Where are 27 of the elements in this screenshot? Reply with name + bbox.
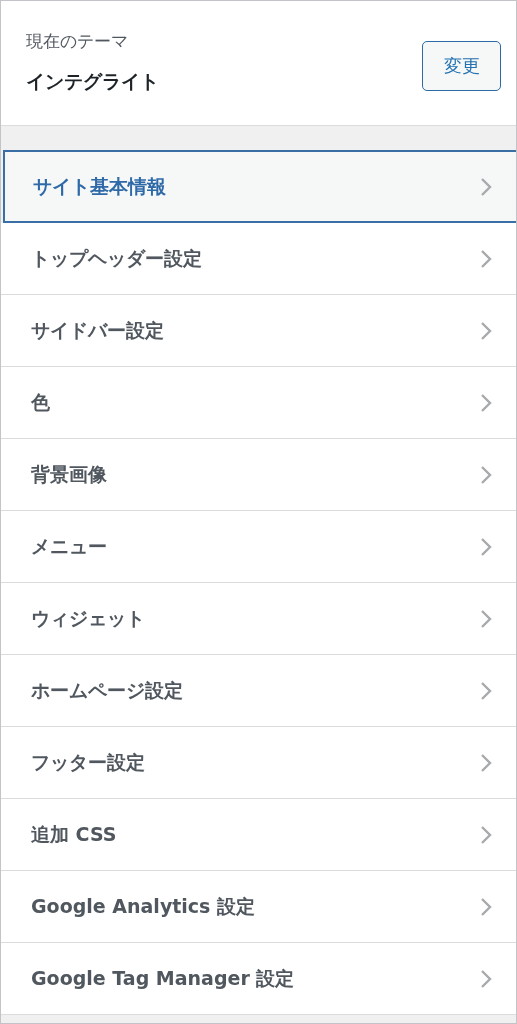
theme-name: インテグライト bbox=[26, 69, 159, 94]
section-item[interactable]: ホームページ設定 bbox=[1, 655, 516, 727]
section-item[interactable]: ウィジェット bbox=[1, 583, 516, 655]
chevron-right-icon bbox=[480, 680, 492, 701]
chevron-right-icon bbox=[480, 536, 492, 557]
chevron-right-icon bbox=[480, 464, 492, 485]
section-item[interactable]: サイト基本情報 bbox=[3, 150, 516, 223]
section-item[interactable]: 背景画像 bbox=[1, 439, 516, 511]
chevron-right-icon bbox=[480, 248, 492, 269]
chevron-right-icon bbox=[480, 392, 492, 413]
chevron-right-icon bbox=[480, 320, 492, 341]
chevron-right-icon bbox=[480, 608, 492, 629]
section-item[interactable]: メニュー bbox=[1, 511, 516, 583]
current-theme-label: 現在のテーマ bbox=[26, 30, 129, 53]
chevron-right-icon bbox=[480, 968, 492, 989]
chevron-right-icon bbox=[480, 176, 492, 197]
chevron-right-icon bbox=[480, 824, 492, 845]
section-item[interactable]: 追加 CSS bbox=[1, 799, 516, 871]
section-item[interactable]: Google Analytics 設定 bbox=[1, 871, 516, 943]
section-item[interactable]: 色 bbox=[1, 367, 516, 439]
section-item[interactable]: サイドバー設定 bbox=[1, 295, 516, 367]
chevron-right-icon bbox=[480, 896, 492, 917]
section-item[interactable]: Google Tag Manager 設定 bbox=[1, 943, 516, 1015]
chevron-right-icon bbox=[480, 752, 492, 773]
section-item[interactable]: トップヘッダー設定 bbox=[1, 223, 516, 295]
change-theme-button[interactable]: 変更 bbox=[422, 41, 501, 91]
section-item[interactable]: フッター設定 bbox=[1, 727, 516, 799]
